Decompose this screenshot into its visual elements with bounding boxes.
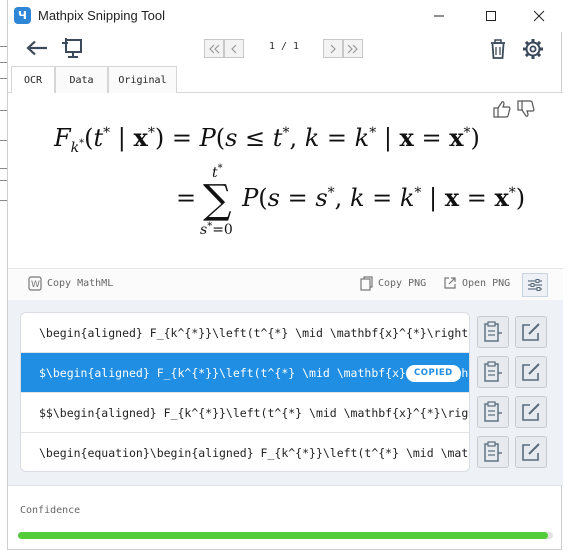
page-indicator: 1 / 1 bbox=[268, 41, 300, 52]
clipboard-icon bbox=[484, 361, 502, 382]
edit-icon bbox=[522, 363, 540, 381]
next-page-button[interactable] bbox=[323, 39, 343, 58]
back-button[interactable] bbox=[24, 37, 50, 59]
paste-result-button-3[interactable] bbox=[477, 396, 509, 428]
sum-lower-limit: s*=0 bbox=[200, 221, 233, 238]
chevron-left-icon bbox=[231, 44, 237, 53]
previous-page-button[interactable] bbox=[224, 39, 244, 58]
clipboard-icon bbox=[484, 321, 502, 342]
window-title: Mathpix Snipping Tool bbox=[38, 8, 165, 23]
results-panel: \begin{aligned} F_{k^{*}}\left(t^{*} \mi… bbox=[8, 300, 563, 485]
clipboard-icon bbox=[484, 441, 502, 462]
chevron-right-icon bbox=[330, 44, 336, 53]
close-window-button[interactable] bbox=[516, 4, 562, 28]
delete-button[interactable] bbox=[486, 37, 510, 61]
thumbs-up-button[interactable] bbox=[492, 99, 512, 119]
result-text: $$\begin{aligned} F_{k^{*}}\left(t^{*} \… bbox=[39, 406, 469, 420]
app-window: Ч Mathpix Snipping Tool 1 / 1 OCR Data O… bbox=[7, 0, 563, 550]
app-logo-icon: Ч bbox=[14, 7, 31, 24]
paste-result-button-2[interactable] bbox=[477, 356, 509, 388]
maximize-icon bbox=[486, 11, 496, 21]
clipboard-icon bbox=[484, 401, 502, 422]
action-bar: W Copy MathML Copy PNG Open PNG bbox=[8, 268, 563, 300]
copy-png-label: Copy PNG bbox=[378, 278, 427, 289]
double-chevron-right-icon bbox=[347, 44, 358, 53]
toolbar: 1 / 1 bbox=[8, 32, 563, 66]
confidence-bar-fill bbox=[18, 532, 548, 539]
result-row-aligned[interactable]: \begin{aligned} F_{k^{*}}\left(t^{*} \mi… bbox=[21, 313, 470, 353]
copy-mathml-label: Copy MathML bbox=[47, 278, 114, 289]
copy-icon bbox=[360, 276, 373, 291]
result-text: \begin{equation}\begin{aligned} F_{k^{*}… bbox=[39, 446, 469, 460]
thumbs-up-icon bbox=[493, 101, 511, 118]
close-icon bbox=[533, 10, 545, 22]
arrow-left-icon bbox=[26, 40, 47, 56]
copy-mathml-button[interactable]: W Copy MathML bbox=[28, 276, 113, 291]
tab-bar: OCR Data Original bbox=[8, 66, 563, 94]
equation-line-2: = P(s = s*, k = k* | x = x*) bbox=[176, 183, 526, 212]
tab-data[interactable]: Data bbox=[55, 66, 108, 93]
sliders-icon bbox=[528, 279, 542, 291]
last-page-button[interactable] bbox=[343, 39, 363, 58]
edit-icon bbox=[522, 403, 540, 421]
result-text: \begin{aligned} F_{k^{*}}\left(t^{*} \mi… bbox=[39, 326, 470, 340]
latex-result-list: \begin{aligned} F_{k^{*}}\left(t^{*} \mi… bbox=[20, 312, 470, 472]
confidence-bar bbox=[18, 532, 553, 539]
tab-ocr[interactable]: OCR bbox=[11, 66, 55, 94]
paste-result-button-4[interactable] bbox=[477, 436, 509, 468]
gear-icon bbox=[523, 39, 543, 59]
result-row-display-math[interactable]: $$\begin{aligned} F_{k^{*}}\left(t^{*} \… bbox=[21, 393, 469, 433]
crop-screen-icon bbox=[62, 38, 82, 58]
title-bar: Ч Mathpix Snipping Tool bbox=[8, 0, 563, 32]
edit-result-button-1[interactable] bbox=[515, 316, 547, 348]
svg-text:W: W bbox=[31, 280, 40, 290]
tab-original[interactable]: Original bbox=[108, 66, 177, 93]
settings-button[interactable] bbox=[520, 36, 546, 62]
result-row-inline-math[interactable]: $\begin{aligned} F_{k^{*}}\left(t^{*} \m… bbox=[21, 353, 469, 393]
edit-result-button-3[interactable] bbox=[515, 396, 547, 428]
rendered-math-area: Fk*(t* | x*) = P(s ≤ t*, k = k* | x = x*… bbox=[8, 93, 563, 268]
confidence-label: Confidence bbox=[20, 505, 81, 516]
maximize-button[interactable] bbox=[468, 4, 514, 28]
open-png-label: Open PNG bbox=[462, 277, 511, 289]
confidence-section: Confidence bbox=[8, 485, 563, 550]
edit-icon bbox=[522, 323, 540, 341]
result-row-equation[interactable]: \begin{equation}\begin{aligned} F_{k^{*}… bbox=[21, 433, 469, 471]
first-page-button[interactable] bbox=[204, 39, 224, 58]
minimize-button[interactable] bbox=[416, 4, 462, 28]
external-link-icon bbox=[444, 277, 456, 289]
new-snip-button[interactable] bbox=[59, 36, 85, 60]
thumbs-down-icon bbox=[517, 100, 535, 117]
open-png-button[interactable]: Open PNG bbox=[443, 276, 510, 290]
copy-png-button[interactable]: Copy PNG bbox=[360, 276, 426, 291]
edit-result-button-4[interactable] bbox=[515, 436, 547, 468]
double-chevron-left-icon bbox=[209, 44, 220, 53]
format-settings-button[interactable] bbox=[522, 273, 548, 297]
trash-icon bbox=[491, 39, 505, 59]
equation-line-1: Fk*(t* | x*) = P(s ≤ t*, k = k* | x = x*… bbox=[54, 123, 480, 156]
minimize-icon bbox=[434, 15, 444, 17]
copied-badge: COPIED bbox=[406, 365, 461, 382]
word-doc-icon: W bbox=[28, 276, 42, 291]
thumbs-down-button[interactable] bbox=[516, 99, 536, 119]
paste-result-button-1[interactable] bbox=[477, 316, 509, 348]
edit-icon bbox=[522, 443, 540, 461]
edit-result-button-2[interactable] bbox=[515, 356, 547, 388]
